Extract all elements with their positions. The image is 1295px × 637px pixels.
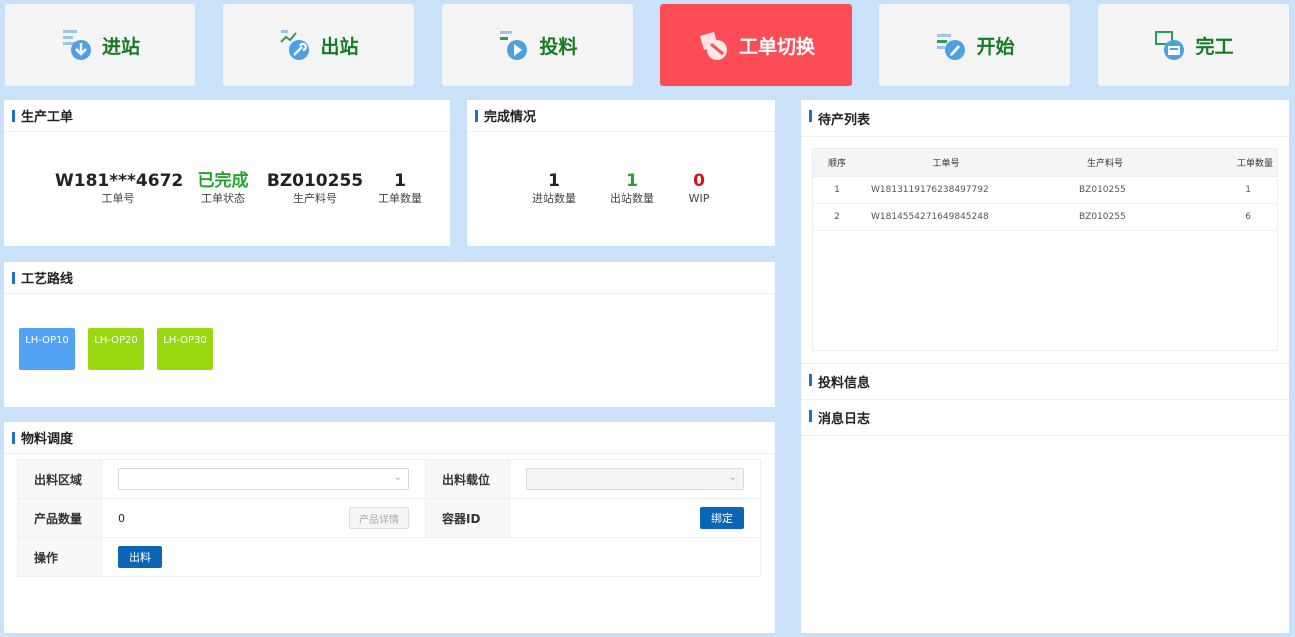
chevron-down-icon: ⌄ xyxy=(728,472,737,483)
pending-list-title: 待产列表 xyxy=(801,100,1289,137)
out-material-button[interactable]: 出料 xyxy=(118,546,162,568)
product-detail-button[interactable]: 产品详情 xyxy=(349,507,409,529)
start-label: 开始 xyxy=(976,35,1015,58)
in-count-stat: 1 进站数量 xyxy=(515,170,593,206)
col-order-no: 工单号 xyxy=(861,149,1031,177)
out-slot-select[interactable]: ⌄ xyxy=(526,468,744,490)
completion-title: 完成情况 xyxy=(467,100,775,132)
wip-value: 0 xyxy=(693,171,705,191)
start-icon xyxy=(934,28,968,62)
order-no-value: W181***4672 xyxy=(55,171,184,191)
in-count-value: 1 xyxy=(548,171,560,191)
operation-label: 操作 xyxy=(17,537,102,577)
exit-station-button[interactable]: 出站 xyxy=(223,4,414,86)
order-quantity-value: 1 xyxy=(394,171,406,191)
enter-station-button[interactable]: 进站 xyxy=(5,4,195,86)
wip-label: WIP xyxy=(688,192,710,205)
material-dispatch-form: 出料区域 ⌄ 出料载位 ⌄ 产品数量 0 产品详情 容器ID 绑定 操作 出料 xyxy=(17,459,761,577)
order-status-stat: 已完成 工单状态 xyxy=(181,170,265,206)
start-button[interactable]: 开始 xyxy=(879,4,1070,86)
pending-list-table: 顺序 工单号 生产料号 工单数量 1 W1813119176238497792 … xyxy=(812,148,1278,351)
complete-button[interactable]: 完工 xyxy=(1098,4,1289,86)
material-dispatch-panel: 物料调度 出料区域 ⌄ 出料载位 ⌄ 产品数量 0 产品详情 容器ID 绑定 操… xyxy=(4,422,775,633)
exit-station-label: 出站 xyxy=(320,35,359,58)
col-seq: 顺序 xyxy=(813,149,861,177)
route-op-3[interactable]: LH-OP30 xyxy=(157,328,213,370)
exit-station-icon xyxy=(278,28,312,62)
product-qty-label: 产品数量 xyxy=(17,498,102,538)
wip-stat: 0 WIP xyxy=(671,170,727,206)
out-count-value: 1 xyxy=(626,171,638,191)
feed-material-label: 投料 xyxy=(539,35,578,58)
out-slot-label: 出料载位 xyxy=(425,459,510,499)
work-order-switch-label: 工单切换 xyxy=(738,35,815,58)
order-quantity-label: 工单数量 xyxy=(378,192,422,205)
col-material-no: 生产料号 xyxy=(1031,149,1179,177)
col-order-qty: 工单数量 xyxy=(1179,149,1277,177)
feed-material-icon xyxy=(497,28,531,62)
product-qty-value: 0 xyxy=(118,511,125,525)
completion-panel: 完成情况 1 进站数量 1 出站数量 0 WIP xyxy=(467,100,775,246)
work-order-switch-icon xyxy=(697,28,731,62)
in-count-label: 进站数量 xyxy=(532,192,576,205)
enter-station-icon xyxy=(60,28,94,62)
out-count-stat: 1 出站数量 xyxy=(593,170,671,206)
order-status-label: 工单状态 xyxy=(201,192,245,205)
container-id-label: 容器ID xyxy=(425,498,510,538)
enter-station-label: 进站 xyxy=(101,35,140,58)
out-area-label: 出料区域 xyxy=(17,459,102,499)
right-column-panel: 待产列表 顺序 工单号 生产料号 工单数量 1 W181311917623849… xyxy=(801,100,1289,633)
order-status-value: 已完成 xyxy=(197,171,249,191)
message-log-title[interactable]: 消息日志 xyxy=(801,400,1289,436)
route-op-1[interactable]: LH-OP10 xyxy=(19,328,75,370)
material-no-label: 生产料号 xyxy=(293,192,337,205)
production-order-panel: 生产工单 W181***4672 工单号 已完成 工单状态 BZ010255 生… xyxy=(4,100,450,246)
chevron-down-icon: ⌄ xyxy=(393,472,402,483)
out-area-select[interactable]: ⌄ xyxy=(118,468,409,490)
material-no-value: BZ010255 xyxy=(266,171,364,191)
order-no-label: 工单号 xyxy=(101,192,135,205)
material-no-stat: BZ010255 生产料号 xyxy=(265,170,365,206)
material-dispatch-title: 物料调度 xyxy=(4,422,775,454)
work-order-switch-button[interactable]: 工单切换 xyxy=(660,4,852,86)
feed-info-title[interactable]: 投料信息 xyxy=(801,363,1289,400)
route-op-2[interactable]: LH-OP20 xyxy=(88,328,144,370)
table-row[interactable]: 2 W1814554271649845248 BZ010255 6 xyxy=(813,203,1277,231)
order-quantity-stat: 1 工单数量 xyxy=(365,170,435,206)
production-order-title: 生产工单 xyxy=(4,100,450,132)
out-count-label: 出站数量 xyxy=(610,192,654,205)
process-route-panel: 工艺路线 LH-OP10 LH-OP20 LH-OP30 xyxy=(4,262,775,407)
process-route-title: 工艺路线 xyxy=(4,262,775,294)
order-no-stat: W181***4672 工单号 xyxy=(55,170,184,206)
complete-icon xyxy=(1153,28,1187,62)
complete-label: 完工 xyxy=(1195,35,1234,58)
feed-material-button[interactable]: 投料 xyxy=(442,4,633,86)
table-row[interactable]: 1 W1813119176238497792 BZ010255 1 xyxy=(813,176,1277,204)
bind-button[interactable]: 绑定 xyxy=(700,507,744,529)
